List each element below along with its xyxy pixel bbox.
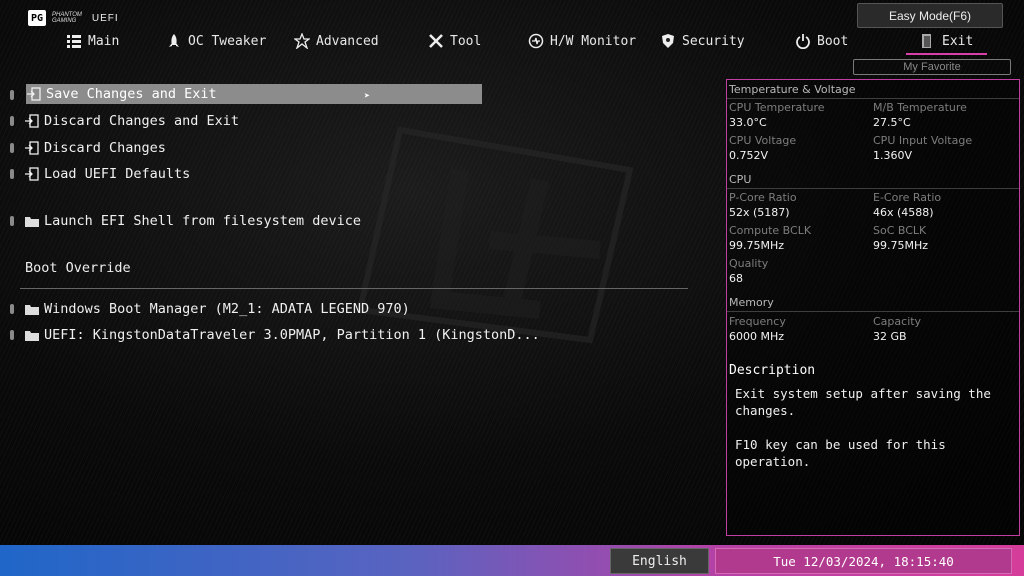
quality-value: 68 [729, 272, 743, 285]
bullet [10, 216, 14, 226]
cpu-temp-value: 33.0°C [729, 116, 767, 129]
memory-capacity-label: Capacity [873, 315, 922, 328]
cpu-voltage-value: 0.752V [729, 149, 769, 162]
list-icon [67, 35, 81, 48]
rocket-icon [169, 34, 179, 47]
compute-bclk-value: 99.75MHz [729, 239, 785, 252]
shield-icon [662, 34, 674, 48]
compute-bclk-label: Compute BCLK [729, 224, 812, 237]
memory-section-title: Memory [729, 296, 774, 309]
tab-exit-label: Exit [942, 33, 974, 49]
tab-boot[interactable]: Boot [795, 31, 848, 51]
memory-capacity-value: 32 GB [873, 330, 907, 343]
tools-icon [429, 34, 443, 48]
folder-icon [25, 331, 39, 341]
exit-icon [25, 114, 39, 128]
memory-frequency-label: Frequency [729, 315, 786, 328]
menu-item-label: Discard Changes [44, 140, 166, 156]
description-body: Exit system setup after saving the chang… [735, 386, 991, 469]
tab-oc-tweaker[interactable]: OC Tweaker [166, 31, 266, 51]
brand-text: PHANTOM GAMING [52, 12, 82, 24]
bullet [10, 169, 14, 179]
tab-exit[interactable]: Exit [905, 31, 988, 55]
cpu-input-voltage-value: 1.360V [873, 149, 913, 162]
power-icon [796, 34, 810, 49]
menu-item-label: Discard Changes and Exit [44, 113, 240, 129]
soc-bclk-value: 99.75MHz [873, 239, 929, 252]
divider [727, 311, 1019, 312]
mb-temp-label: M/B Temperature [873, 101, 967, 114]
tab-hw-monitor-label: H/W Monitor [550, 33, 637, 49]
hardware-info-panel: Temperature & Voltage CPU Temperature 33… [726, 79, 1020, 536]
star-icon [294, 33, 310, 49]
ecore-ratio-label: E-Core Ratio [873, 191, 942, 204]
menu-load-uefi-defaults[interactable]: Load UEFI Defaults [10, 164, 190, 184]
cpu-temp-label: CPU Temperature [729, 101, 825, 114]
tab-tool[interactable]: Tool [428, 31, 481, 51]
exit-door-icon [922, 34, 931, 48]
menu-discard-changes[interactable]: Discard Changes [10, 138, 166, 158]
tab-security[interactable]: Security [660, 31, 745, 51]
folder-icon [25, 305, 39, 315]
ecore-ratio-value: 46x (4588) [873, 206, 934, 219]
brand-line2: GAMING [52, 18, 77, 24]
tab-security-label: Security [682, 33, 745, 49]
memory-frequency-value: 6000 MHz [729, 330, 785, 343]
menu-item-label: UEFI: KingstonDataTraveler 3.0PMAP, Part… [44, 327, 540, 343]
soc-bclk-label: SoC BCLK [873, 224, 927, 237]
bullet [10, 330, 14, 340]
tab-oc-tweaker-label: OC Tweaker [188, 33, 267, 49]
menu-discard-changes-and-exit[interactable]: Discard Changes and Exit [10, 111, 239, 131]
tab-main-label: Main [88, 33, 120, 49]
brand-logo: PG PHANTOM GAMING UEFI [28, 10, 119, 26]
tab-boot-label: Boot [817, 33, 849, 49]
tab-main[interactable]: Main [66, 31, 119, 51]
menu-item-label: Save Changes and Exit [46, 86, 217, 102]
my-favorite-button[interactable]: My Favorite [853, 59, 1011, 75]
folder-icon [25, 217, 39, 227]
exit-icon [25, 167, 39, 181]
bullet [10, 143, 14, 153]
cpu-voltage-label: CPU Voltage [729, 134, 797, 147]
easy-mode-button[interactable]: Easy Mode(F6) [857, 3, 1003, 28]
boot-override-title: Boot Override [25, 260, 131, 276]
boot-item-usb[interactable]: UEFI: KingstonDataTraveler 3.0PMAP, Part… [10, 325, 540, 345]
pcore-ratio-value: 52x (5187) [729, 206, 790, 219]
selected-bullet [10, 90, 14, 100]
boot-item-windows[interactable]: Windows Boot Manager (M2_1: ADATA LEGEND… [10, 299, 410, 319]
description-title: Description [729, 363, 816, 378]
cpu-section-title: CPU [729, 173, 752, 186]
bullet [10, 304, 14, 314]
temp-voltage-title: Temperature & Voltage [729, 83, 856, 96]
tab-advanced-label: Advanced [316, 33, 379, 49]
divider [727, 188, 1019, 189]
menu-item-label: Load UEFI Defaults [44, 166, 191, 182]
tab-hw-monitor[interactable]: H/W Monitor [528, 31, 636, 51]
menu-item-label: Launch EFI Shell from filesystem device [44, 213, 361, 229]
menu-launch-efi-shell[interactable]: Launch EFI Shell from filesystem device [10, 211, 361, 231]
language-button[interactable]: English [610, 548, 709, 574]
brand-product: UEFI [91, 12, 119, 24]
menu-save-changes-and-exit[interactable]: Save Changes and Exit [26, 84, 482, 104]
divider [20, 288, 688, 289]
exit-icon [27, 87, 41, 101]
tab-advanced[interactable]: Advanced [294, 31, 379, 51]
bullet [10, 116, 14, 126]
datetime-display: Tue 12/03/2024, 18:15:40 [715, 548, 1012, 574]
mouse-cursor-icon: ➤ [364, 91, 371, 102]
tab-tool-label: Tool [450, 33, 482, 49]
exit-icon [25, 141, 39, 155]
mb-temp-value: 27.5°C [873, 116, 911, 129]
divider [727, 98, 1019, 99]
quality-label: Quality [729, 257, 769, 270]
pcore-ratio-label: P-Core Ratio [729, 191, 797, 204]
monitor-icon [528, 33, 544, 49]
menu-item-label: Windows Boot Manager (M2_1: ADATA LEGEND… [44, 301, 410, 317]
cpu-input-voltage-label: CPU Input Voltage [873, 134, 973, 147]
phantom-gaming-logo-icon: PG [28, 10, 46, 26]
